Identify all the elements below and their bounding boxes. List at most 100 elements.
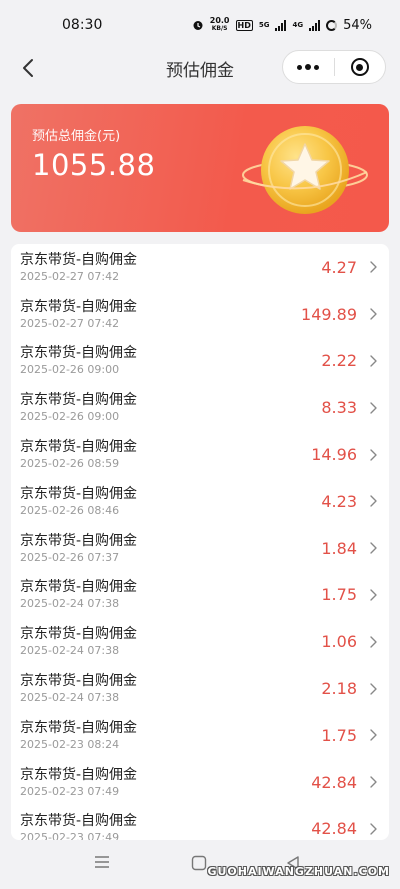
more-button[interactable] <box>283 64 334 70</box>
row-amount: 149.89 <box>301 304 357 324</box>
row-time: 2025-02-26 08:46 <box>20 503 120 517</box>
chevron-right-icon <box>370 355 377 367</box>
row-text: 京东带货-自购佣金 2025-02-23 07:49 <box>20 812 311 840</box>
mini-program-capsule <box>282 50 386 84</box>
row-time: 2025-02-26 08:59 <box>20 457 120 471</box>
chevron-right-icon <box>370 729 377 742</box>
commission-row[interactable]: 京东带货-自购佣金 2025-02-24 07:38 2.18 <box>11 665 389 712</box>
row-amount: 4.23 <box>321 491 357 511</box>
row-time: 2025-02-23 07:49 <box>20 784 120 798</box>
menu-icon[interactable] <box>94 855 110 869</box>
network-speed: 20.0 KB/S <box>209 16 230 33</box>
sig1-label: 5G <box>258 21 270 29</box>
star-coin-icon <box>242 126 368 214</box>
status-icons: 20.0 KB/S HD 5G 4G 54% <box>192 17 372 33</box>
row-amount: 1.75 <box>321 585 357 605</box>
chevron-right-icon <box>370 636 377 648</box>
commission-row[interactable]: 京东带货-自购佣金 2025-02-26 07:37 1.84 <box>11 525 389 572</box>
summary-label: 预估总佣金(元) <box>32 129 121 144</box>
hd-icon: HD <box>235 19 253 31</box>
summary-amount: 1055.88 <box>32 148 156 182</box>
row-title: 京东带货-自购佣金 <box>20 298 138 315</box>
commission-row[interactable]: 京东带货-自购佣金 2025-02-26 08:46 4.23 <box>11 478 389 525</box>
row-amount: 1.84 <box>321 538 357 558</box>
commission-row[interactable]: 京东带货-自购佣金 2025-02-26 09:00 8.33 <box>11 384 389 431</box>
row-title: 京东带货-自购佣金 <box>20 813 138 830</box>
commission-row[interactable]: 京东带货-自购佣金 2025-02-23 07:49 42.84 <box>11 759 389 806</box>
row-time: 2025-02-26 09:00 <box>20 363 120 377</box>
battery-level: 54% <box>343 17 372 33</box>
commission-row[interactable]: 京东带货-自购佣金 2025-02-23 07:49 42.84 <box>11 806 389 840</box>
row-time: 2025-02-27 07:42 <box>20 269 120 283</box>
chevron-right-icon <box>370 448 377 461</box>
row-text: 京东带货-自购佣金 2025-02-27 07:42 <box>20 251 321 284</box>
chevron-right-icon <box>370 682 377 695</box>
row-time: 2025-02-23 07:49 <box>20 831 120 840</box>
back-button[interactable] <box>14 54 42 82</box>
row-title: 京东带货-自购佣金 <box>20 251 138 268</box>
commission-row[interactable]: 京东带货-自购佣金 2025-02-23 08:24 1.75 <box>11 712 389 759</box>
page-title: 预估佣金 <box>166 60 234 81</box>
status-bar: 08:30 20.0 KB/S HD 5G 4G 54% <box>0 0 400 50</box>
row-amount: 8.33 <box>321 398 357 418</box>
watermark: GUOHAIWANGZHUAN.COM <box>207 865 390 878</box>
chevron-right-icon <box>370 542 377 554</box>
row-text: 京东带货-自购佣金 2025-02-24 07:38 <box>20 578 321 611</box>
commission-row[interactable]: 京东带货-自购佣金 2025-02-27 07:42 149.89 <box>11 291 389 338</box>
chevron-right-icon <box>370 776 377 788</box>
row-title: 京东带货-自购佣金 <box>20 345 138 362</box>
row-title: 京东带货-自购佣金 <box>20 579 138 596</box>
row-title: 京东带货-自购佣金 <box>20 766 138 783</box>
home-icon[interactable] <box>191 855 207 871</box>
sig2-label: 4G <box>292 21 304 29</box>
row-text: 京东带货-自购佣金 2025-02-26 07:37 <box>20 532 321 565</box>
more-dots-icon <box>297 64 303 70</box>
commission-row[interactable]: 京东带货-自购佣金 2025-02-26 09:00 2.22 <box>11 338 389 385</box>
row-title: 京东带货-自购佣金 <box>20 532 138 549</box>
row-text: 京东带货-自购佣金 2025-02-26 08:59 <box>20 438 311 471</box>
chevron-right-icon <box>370 495 377 508</box>
commission-list: 京东带货-自购佣金 2025-02-27 07:42 4.27 京东带货-自购佣金 20… <box>11 244 389 840</box>
row-time: 2025-02-24 07:38 <box>20 691 120 705</box>
row-time: 2025-02-26 09:00 <box>20 410 120 424</box>
row-time: 2025-02-24 07:38 <box>20 597 120 611</box>
row-amount: 2.22 <box>321 351 357 371</box>
row-amount: 2.18 <box>321 679 357 699</box>
row-amount: 1.06 <box>321 632 357 652</box>
commission-summary-card: 预估总佣金(元) 1055.88 <box>11 104 389 232</box>
row-time: 2025-02-23 08:24 <box>20 737 120 751</box>
alarm-icon <box>193 21 203 30</box>
chevron-right-icon <box>370 402 377 414</box>
chevron-right-icon <box>370 823 377 835</box>
row-time: 2025-02-27 07:42 <box>20 316 120 330</box>
chevron-left-icon <box>23 59 33 77</box>
row-amount: 14.96 <box>311 445 357 465</box>
row-amount: 1.75 <box>321 725 357 745</box>
signal-icon <box>275 19 287 31</box>
row-title: 京东带货-自购佣金 <box>20 626 138 643</box>
row-text: 京东带货-自购佣金 2025-02-26 09:00 <box>20 391 321 424</box>
row-text: 京东带货-自购佣金 2025-02-24 07:38 <box>20 672 321 705</box>
clock: 08:30 <box>62 17 103 33</box>
row-title: 京东带货-自购佣金 <box>20 485 138 502</box>
row-text: 京东带货-自购佣金 2025-02-23 07:49 <box>20 766 311 799</box>
row-text: 京东带货-自购佣金 2025-02-23 08:24 <box>20 719 321 752</box>
row-text: 京东带货-自购佣金 2025-02-26 09:00 <box>20 344 321 377</box>
battery-icon <box>326 19 338 31</box>
row-amount: 4.27 <box>321 257 357 277</box>
target-circle-icon <box>350 58 369 76</box>
row-time: 2025-02-24 07:38 <box>20 644 120 658</box>
close-mini-program-button[interactable] <box>335 58 386 76</box>
commission-row[interactable]: 京东带货-自购佣金 2025-02-27 07:42 4.27 <box>11 244 389 291</box>
commission-row[interactable]: 京东带货-自购佣金 2025-02-24 07:38 1.75 <box>11 572 389 619</box>
row-text: 京东带货-自购佣金 2025-02-26 08:46 <box>20 485 321 518</box>
commission-row[interactable]: 京东带货-自购佣金 2025-02-24 07:38 1.06 <box>11 618 389 665</box>
row-text: 京东带货-自购佣金 2025-02-24 07:38 <box>20 625 321 658</box>
chevron-right-icon <box>370 261 377 274</box>
row-amount: 42.84 <box>311 819 357 839</box>
row-title: 京东带货-自购佣金 <box>20 439 138 456</box>
nav-bar: 预估佣金 <box>0 50 400 86</box>
row-title: 京东带货-自购佣金 <box>20 719 138 736</box>
row-amount: 42.84 <box>311 772 357 792</box>
commission-row[interactable]: 京东带货-自购佣金 2025-02-26 08:59 14.96 <box>11 431 389 478</box>
